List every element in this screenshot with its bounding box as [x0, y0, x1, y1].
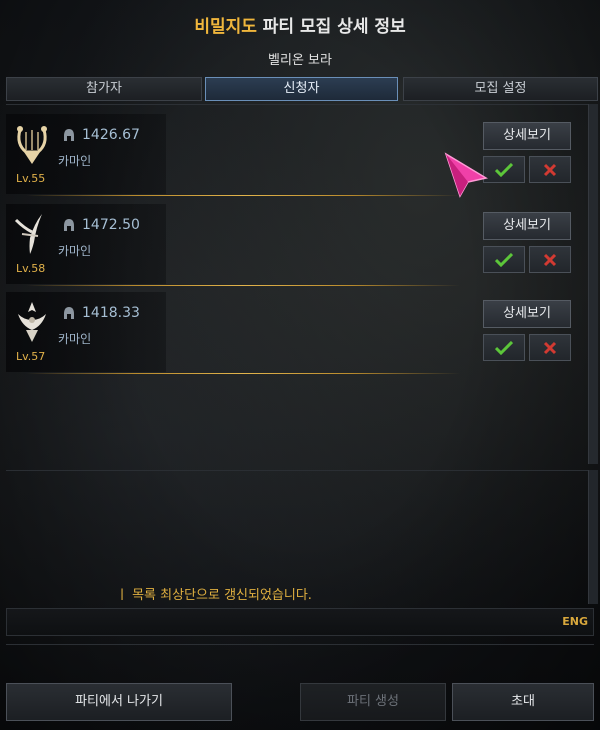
mouse-cursor-icon [444, 152, 488, 198]
leave-party-button[interactable]: 파티에서 나가기 [6, 683, 232, 721]
create-party-button[interactable]: 파티 생성 [300, 683, 446, 721]
gear-score: 1426.67 [82, 127, 140, 143]
window-title: 비밀지도 파티 모집 상세 정보 [0, 12, 600, 37]
checkmark-icon [495, 340, 513, 355]
checkmark-icon [495, 162, 513, 177]
applicant-server: 카마인 [58, 244, 92, 258]
accept-button[interactable] [483, 246, 525, 273]
close-icon [543, 163, 557, 176]
chat-input[interactable] [6, 608, 594, 636]
party-name: 벨리온 보라 [268, 53, 332, 68]
checkmark-icon [495, 252, 513, 267]
chat-scrollbar[interactable] [588, 470, 598, 604]
applicant-list-scrollbar[interactable] [588, 104, 598, 464]
reject-button[interactable] [529, 156, 571, 183]
accept-button[interactable] [483, 334, 525, 361]
helmet-icon [64, 307, 74, 319]
footer-divider [6, 644, 594, 645]
detail-button[interactable]: 상세보기 [483, 212, 571, 240]
tab-applicants[interactable]: 신청자 [205, 77, 398, 101]
tab-bar: 참가자 신청자 모집 설정 [6, 77, 598, 101]
applicant-server: 카마인 [58, 332, 92, 346]
applicant-level: Lv.58 [16, 262, 46, 275]
bard-harp-icon [17, 126, 47, 164]
row-divider [26, 285, 460, 286]
close-icon [543, 253, 557, 266]
applicant-row: Lv.58 1472.50 카마인 상세보기 [6, 204, 580, 286]
applicant-server: 카마인 [58, 154, 92, 168]
close-icon [543, 341, 557, 354]
title-highlight: 비밀지도 [194, 17, 257, 37]
tab-participants[interactable]: 참가자 [6, 77, 202, 101]
gear-score: 1418.33 [82, 305, 140, 321]
reject-button[interactable] [529, 334, 571, 361]
helmet-icon [64, 219, 74, 231]
helmet-icon [64, 129, 74, 141]
invite-button[interactable]: 초대 [452, 683, 594, 721]
row-divider [26, 373, 460, 374]
ime-indicator[interactable]: ENG [562, 615, 588, 628]
applicant-level: Lv.55 [16, 172, 46, 185]
applicant-row: Lv.55 1426.67 카마인 상세보기 [6, 114, 580, 196]
row-divider [26, 195, 460, 196]
applicant-row: Lv.57 1418.33 카마인 상세보기 [6, 292, 580, 374]
system-notice: ㅣ 목록 최상단으로 갱신되었습니다. [116, 588, 312, 603]
title-text: 파티 모집 상세 정보 [256, 17, 406, 37]
reject-button[interactable] [529, 246, 571, 273]
detail-button[interactable]: 상세보기 [483, 122, 571, 150]
tab-recruit-settings[interactable]: 모집 설정 [403, 77, 598, 101]
crest-icon [18, 302, 46, 342]
applicant-level: Lv.57 [16, 350, 46, 363]
detail-button[interactable]: 상세보기 [483, 300, 571, 328]
blade-icon [14, 214, 42, 254]
gear-score: 1472.50 [82, 217, 140, 229]
